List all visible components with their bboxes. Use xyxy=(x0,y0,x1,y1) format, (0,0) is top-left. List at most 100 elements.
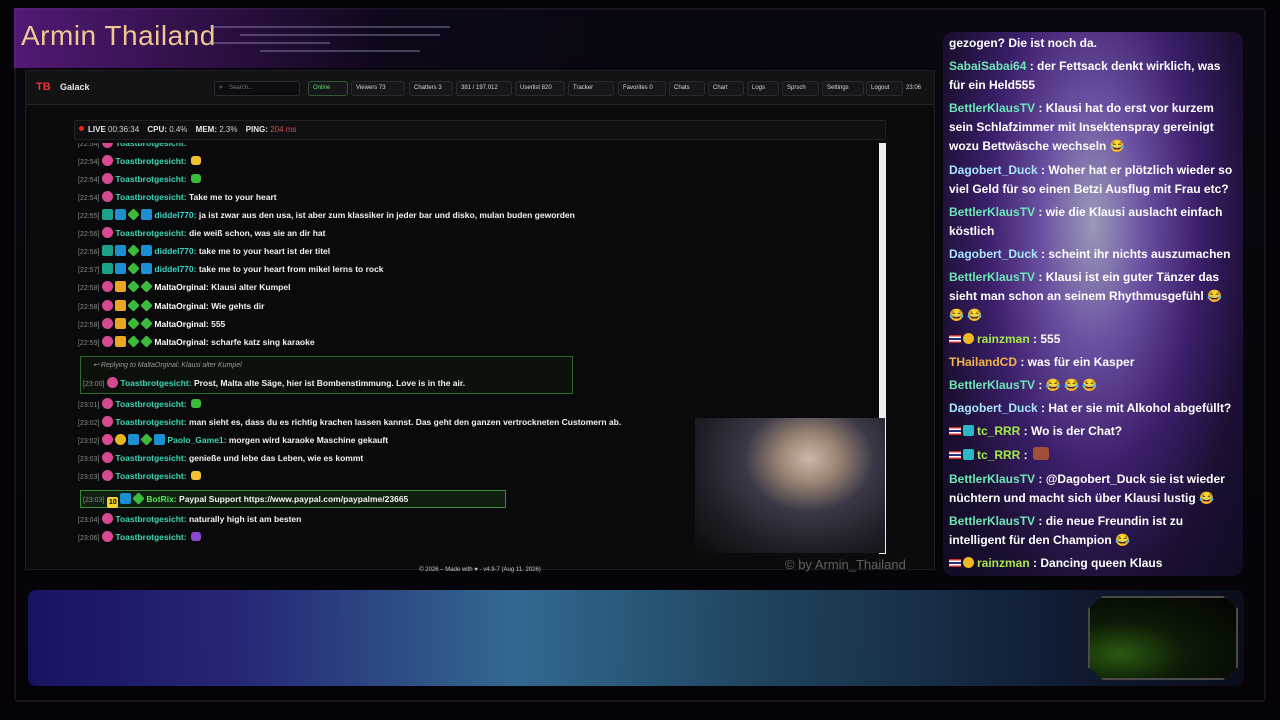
chat-row[interactable]: [23:04] Toastbrotgesicht: naturally high … xyxy=(78,511,301,527)
message-text: Klausi alter Kumpel xyxy=(208,282,291,292)
timestamp: [22:58] xyxy=(78,322,100,329)
timestamp: [22:54] xyxy=(78,195,100,202)
watermark: © by Armin_Thailand xyxy=(785,557,906,572)
chat-row[interactable]: [22:57] diddel770: take me to your heart … xyxy=(78,261,384,277)
stream-chat-username: Dagobert_Duck xyxy=(949,247,1038,261)
stream-chat-username: BettlerKlausTV xyxy=(949,205,1036,219)
nav-button-viewers[interactable]: Viewers 73 xyxy=(351,81,405,96)
nav-button-label: Chatters 3 xyxy=(414,85,442,91)
nav-button-chart[interactable]: Chart xyxy=(708,81,744,96)
app-title: Galack xyxy=(60,82,90,92)
nav-button-online[interactable]: Online xyxy=(308,81,348,96)
message-text: Take me to your heart xyxy=(186,192,277,202)
username[interactable]: Toastbrotgesicht: xyxy=(120,378,191,388)
username[interactable]: BotRix: xyxy=(146,494,176,504)
username[interactable]: Toastbrotgesicht: xyxy=(115,228,186,238)
username[interactable]: MaltaOrginal: xyxy=(154,301,208,311)
stream-chat-text: : 555 xyxy=(1029,332,1061,346)
message-text xyxy=(187,532,189,542)
search-input[interactable]: ⌕ Search... xyxy=(214,81,300,96)
username[interactable]: diddel770: xyxy=(154,210,196,220)
user-badge-icon xyxy=(115,245,127,256)
username[interactable]: Toastbrotgesicht: xyxy=(115,471,186,481)
nav-button-sprsch[interactable]: Sprsch xyxy=(782,81,819,96)
chat-row[interactable]: [23:00] Toastbrotgesicht: Prost, Malta al… xyxy=(83,375,465,391)
nav-button-chats[interactable]: Chats xyxy=(669,81,705,96)
user-badge-icon xyxy=(140,280,154,293)
chat-row[interactable]: [22:58] MaltaOrginal: Klausi alter Kumpel xyxy=(78,279,290,295)
chat-row[interactable]: [22:58] MaltaOrginal: 555 xyxy=(78,316,225,332)
username[interactable]: MaltaOrginal: xyxy=(154,282,208,292)
nav-button-favorites[interactable]: Favorites 0 xyxy=(618,81,666,96)
nav-button-tracker[interactable]: Tracker xyxy=(568,81,614,96)
chat-row[interactable]: [23:01] Toastbrotgesicht: xyxy=(78,396,201,412)
username[interactable]: Toastbrotgesicht: xyxy=(115,156,186,166)
bot-message[interactable]: [23:03] 10 BotRix: Paypal Support https://… xyxy=(80,490,506,508)
username[interactable]: MaltaOrginal: xyxy=(154,319,208,329)
chat-row[interactable]: [22:56] Toastbrotgesicht: die weiß schon,… xyxy=(78,225,325,241)
user-badge-icon xyxy=(127,262,141,275)
chat-row[interactable]: [23:06] Toastbrotgesicht: xyxy=(78,529,201,545)
chat-row[interactable]: [23:03] 10 BotRix: Paypal Support https://… xyxy=(83,491,408,508)
reply-message[interactable]: ↩ Replying to MaltaOrginal: Klausi alter… xyxy=(80,356,573,394)
username[interactable]: Toastbrotgesicht: xyxy=(115,174,186,184)
deco-lines xyxy=(210,22,470,62)
chat-row[interactable]: [22:58] MaltaOrginal: Wie gehts dir xyxy=(78,298,264,314)
chat-row[interactable]: [22:54] Toastbrotgesicht: xyxy=(78,171,201,187)
stream-chat-message: Dagobert_Duck : Hat er sie mit Alkohol a… xyxy=(949,399,1239,418)
user-badge-icon xyxy=(154,434,166,445)
message-text: Prost, Malta alte Säge, hier ist Bombens… xyxy=(193,378,466,388)
user-badge-icon xyxy=(115,209,127,220)
live-dot-icon xyxy=(79,126,84,131)
search-placeholder: Search... xyxy=(229,85,254,91)
username[interactable]: Toastbrotgesicht: xyxy=(115,514,186,524)
timestamp: [22:54] xyxy=(78,177,100,184)
user-badge-icon xyxy=(102,452,114,463)
username[interactable]: diddel770: xyxy=(154,246,196,256)
nav-button-logs[interactable]: Logs xyxy=(747,81,779,96)
chat-row[interactable]: [22:55] diddel770: ja ist zwar aus den us… xyxy=(78,207,575,223)
user-badge-icon xyxy=(107,377,119,388)
username[interactable]: Toastbrotgesicht: xyxy=(115,192,186,202)
ping-label: PING: xyxy=(245,125,268,134)
user-badge-icon xyxy=(102,398,114,409)
username[interactable]: Toastbrotgesicht: xyxy=(115,417,186,427)
message-text: scharfe katz sing karaoke xyxy=(208,337,315,347)
corner-camera-frame xyxy=(1088,596,1238,680)
chat-row[interactable]: [22:54] Toastbrotgesicht: xyxy=(78,153,201,169)
nav-button-messages[interactable]: 381 / 197.012 xyxy=(456,81,512,96)
username[interactable]: Toastbrotgesicht: xyxy=(115,143,186,148)
message-text: Wie gehts dir xyxy=(208,301,265,311)
nav-button-chatters[interactable]: Chatters 3 xyxy=(409,81,453,96)
chat-row[interactable]: [22:54] Toastbrotgesicht: Take me to your… xyxy=(78,189,277,205)
chat-row[interactable]: [22:54] Toastbrotgesicht: xyxy=(78,143,201,151)
mem-label: MEM: xyxy=(195,125,217,134)
chat-row[interactable]: [22:56] diddel770: take me to your heart … xyxy=(78,243,330,259)
app-logo[interactable]: TB xyxy=(36,81,54,95)
username[interactable]: Toastbrotgesicht: xyxy=(115,399,186,409)
chat-row[interactable]: [23:02] Paolo_Game1: morgen wird karaoke … xyxy=(78,432,388,448)
username[interactable]: diddel770: xyxy=(154,264,196,274)
chat-row[interactable]: [23:03] Toastbrotgesicht: genieße und leb… xyxy=(78,450,363,466)
chat-row[interactable]: [22:59] MaltaOrginal: scharfe katz sing k… xyxy=(78,334,315,350)
nav-button-logout[interactable]: Logout xyxy=(866,81,903,96)
stream-chat-message: THailandCD : was für ein Kasper xyxy=(949,353,1239,372)
username[interactable]: Paolo_Game1: xyxy=(167,435,226,445)
nav-button-settings[interactable]: Settings xyxy=(822,81,864,96)
user-badge-icon xyxy=(102,470,114,481)
chat-row[interactable]: [23:03] Toastbrotgesicht: xyxy=(78,468,201,484)
flag-icon xyxy=(949,335,961,343)
timestamp: [23:03] xyxy=(78,456,100,463)
user-badge-icon xyxy=(127,299,141,312)
username[interactable]: Toastbrotgesicht: xyxy=(115,532,186,542)
user-badge-icon xyxy=(141,263,153,274)
stream-chat-message: SabaiSabai64 : der Fettsack denkt wirkli… xyxy=(949,57,1239,95)
username[interactable]: MaltaOrginal: xyxy=(154,337,208,347)
nav-button-userlist[interactable]: Userlist 820 xyxy=(515,81,565,96)
coin-badge-icon xyxy=(963,333,974,344)
chat-row[interactable]: [23:02] Toastbrotgesicht: man sieht es, d… xyxy=(78,414,621,430)
stream-chat-text: : scheint ihr nichts auszumachen xyxy=(1037,247,1231,261)
username[interactable]: Toastbrotgesicht: xyxy=(115,453,186,463)
ping-value: 204 ms xyxy=(270,125,297,134)
stream-chat-message: BettlerKlausTV : die neue Freundin ist z… xyxy=(949,512,1239,550)
